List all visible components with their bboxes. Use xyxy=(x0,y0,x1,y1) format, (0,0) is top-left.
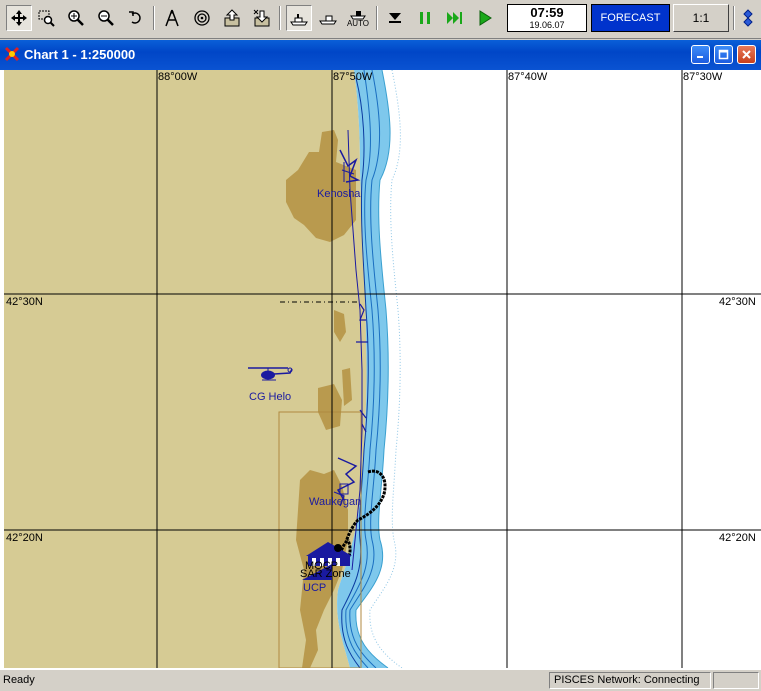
import-icon[interactable] xyxy=(250,6,274,30)
longitude-label: 87°40W xyxy=(508,71,548,83)
undo-zoom-icon[interactable] xyxy=(124,6,148,30)
export-icon[interactable] xyxy=(220,6,244,30)
latitude-label: 42°20N xyxy=(6,532,43,544)
maximize-button[interactable] xyxy=(714,45,733,64)
longitude-label: 87°30W xyxy=(683,71,723,83)
zoom-in-icon[interactable] xyxy=(64,6,88,30)
place-label-waukegan[interactable]: Waukegan xyxy=(309,496,361,508)
window-title: Chart 1 - 1:250000 xyxy=(24,47,136,62)
longitude-label: 87°50W xyxy=(333,71,373,83)
clock-display: 07:59 19.06.07 xyxy=(507,4,587,32)
maximize-icon xyxy=(718,49,729,60)
clock-date: 19.06.07 xyxy=(529,20,565,30)
forecast-button[interactable]: FORECAST xyxy=(591,4,670,32)
place-label-cg-helo[interactable]: CG Helo xyxy=(249,391,291,403)
minimize-button[interactable] xyxy=(691,45,710,64)
zoom-window-icon[interactable] xyxy=(34,6,58,30)
network-icon[interactable] xyxy=(737,6,759,30)
pause-icon[interactable] xyxy=(413,6,437,30)
status-pane-empty xyxy=(713,672,759,689)
network-status: PISCES Network: Connecting xyxy=(549,672,711,689)
auto-button[interactable]: AUTO xyxy=(346,6,370,30)
head-up-icon[interactable] xyxy=(316,6,340,30)
place-label-sar-zone[interactable]: SAR Zone xyxy=(300,568,351,580)
place-label-kenosha[interactable]: Kenosha xyxy=(317,188,360,200)
window-titlebar[interactable]: Chart 1 - 1:250000 xyxy=(0,40,761,70)
app-icon xyxy=(4,46,20,65)
main-toolbar: AUTO 07:59 19.06.07 FORECAST 1:1 xyxy=(0,0,761,39)
latitude-label: 42°30N xyxy=(719,296,756,308)
north-up-icon[interactable] xyxy=(286,5,312,31)
longitude-label: 88°00W xyxy=(158,71,198,83)
status-bar: Ready PISCES Network: Connecting xyxy=(0,669,761,691)
close-icon xyxy=(742,50,751,59)
minimize-icon xyxy=(697,56,703,58)
zoom-out-icon[interactable] xyxy=(94,6,118,30)
fast-forward-icon[interactable] xyxy=(443,6,467,30)
measure-icon[interactable] xyxy=(160,6,184,30)
place-label-ucp[interactable]: UCP xyxy=(303,582,326,594)
clock-time: 07:59 xyxy=(530,5,564,20)
close-button[interactable] xyxy=(737,45,756,64)
auto-label: AUTO xyxy=(346,19,370,28)
play-icon[interactable] xyxy=(473,6,497,30)
chart-window: Chart 1 - 1:250000 88°00W 87°50W 87°40W … xyxy=(0,40,761,669)
scale-button[interactable]: 1:1 xyxy=(673,4,729,32)
chart-map[interactable]: 88°00W 87°50W 87°40W 87°30W 42°30N 42°30… xyxy=(4,70,761,668)
target-icon[interactable] xyxy=(190,6,214,30)
pan-tool-icon[interactable] xyxy=(6,5,32,31)
stop-icon[interactable] xyxy=(383,6,407,30)
latitude-label: 42°20N xyxy=(719,532,756,544)
status-text: Ready xyxy=(3,674,35,686)
latitude-label: 42°30N xyxy=(6,296,43,308)
